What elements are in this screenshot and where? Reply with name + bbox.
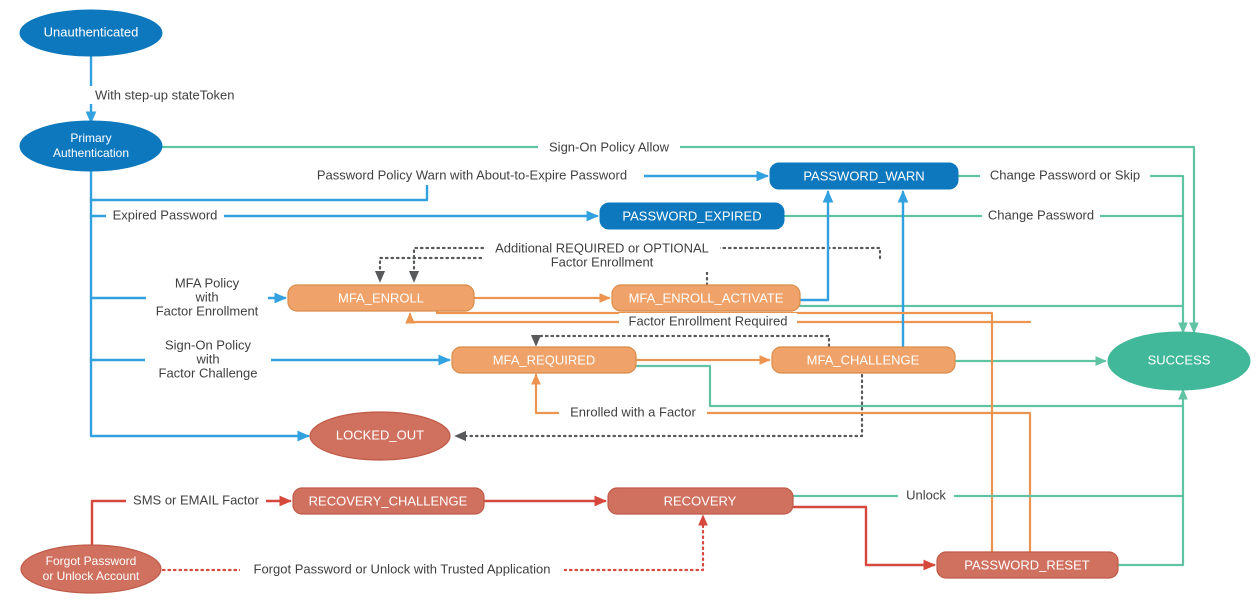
node-unauthenticated[interactable]: Unauthenticated bbox=[19, 9, 163, 57]
edge-label-additional-factor-enrollment: Additional REQUIRED or OPTIONAL Factor E… bbox=[484, 240, 720, 272]
edge-label-signon-allow: Sign-On Policy Allow bbox=[549, 139, 670, 154]
node-mfa-challenge[interactable]: MFA_CHALLENGE bbox=[771, 346, 956, 374]
edge-label-signon-policy-challenge: Sign-On Policy with Factor Challenge bbox=[145, 334, 271, 386]
node-recovery-challenge[interactable]: RECOVERY_CHALLENGE bbox=[292, 487, 485, 515]
svg-text:Additional REQUIRED or OPTIONA: Additional REQUIRED or OPTIONAL bbox=[495, 240, 709, 255]
edge-label-forgot-trusted-app: Forgot Password or Unlock with Trusted A… bbox=[254, 561, 551, 576]
svg-text:with: with bbox=[195, 351, 219, 366]
node-password-warn-shape[interactable] bbox=[769, 162, 959, 190]
edge-label-step-up: With step-up stateToken bbox=[95, 87, 234, 102]
node-recovery-challenge-shape[interactable] bbox=[292, 487, 485, 515]
edge-label-mfa-policy-enrollment: MFA Policy with Factor Enrollment bbox=[146, 272, 268, 324]
svg-text:with: with bbox=[194, 289, 218, 304]
edge-label-change-password-or-skip: Change Password or Skip bbox=[990, 167, 1140, 182]
node-success-shape[interactable] bbox=[1107, 331, 1251, 391]
node-recovery-shape[interactable] bbox=[607, 487, 794, 515]
edge-label-sms-email-factor: SMS or EMAIL Factor bbox=[133, 492, 260, 507]
node-unauthenticated-shape[interactable] bbox=[19, 9, 163, 57]
svg-text:Factor Enrollment: Factor Enrollment bbox=[551, 254, 654, 269]
svg-text:Factor Enrollment: Factor Enrollment bbox=[156, 303, 259, 318]
edge-label-unlock: Unlock bbox=[906, 487, 946, 502]
edge-label-password-policy-warn: Password Policy Warn with About-to-Expir… bbox=[317, 167, 627, 182]
node-forgot-password-shape[interactable] bbox=[20, 544, 162, 594]
node-primary-authentication-shape[interactable] bbox=[19, 120, 163, 172]
node-mfa-enroll[interactable]: MFA_ENROLL bbox=[287, 284, 475, 312]
svg-text:MFA Policy: MFA Policy bbox=[175, 275, 240, 290]
node-recovery[interactable]: RECOVERY bbox=[607, 487, 794, 515]
edge-label-factor-enrollment-required: Factor Enrollment Required bbox=[629, 313, 788, 328]
node-mfa-challenge-shape[interactable] bbox=[771, 346, 956, 374]
edge-label-enrolled-with-factor: Enrolled with a Factor bbox=[570, 404, 696, 419]
node-success[interactable]: SUCCESS bbox=[1107, 331, 1251, 391]
edge-label-change-password: Change Password bbox=[988, 207, 1094, 222]
node-password-reset-shape[interactable] bbox=[936, 551, 1119, 579]
node-primary-authentication[interactable]: Primary Authentication bbox=[19, 120, 163, 172]
node-password-warn[interactable]: PASSWORD_WARN bbox=[769, 162, 959, 190]
authentication-state-diagram: With step-up stateToken Sign-On Policy A… bbox=[0, 0, 1258, 610]
node-password-reset[interactable]: PASSWORD_RESET bbox=[936, 551, 1119, 579]
svg-text:Factor Challenge: Factor Challenge bbox=[159, 365, 258, 380]
svg-text:Sign-On Policy: Sign-On Policy bbox=[165, 337, 251, 352]
node-forgot-password[interactable]: Forgot Password or Unlock Account bbox=[20, 544, 162, 594]
state-diagram-canvas: With step-up stateToken Sign-On Policy A… bbox=[0, 0, 1258, 610]
node-password-expired[interactable]: PASSWORD_EXPIRED bbox=[599, 202, 785, 230]
node-mfa-enroll-shape[interactable] bbox=[287, 284, 475, 312]
node-locked-out-shape[interactable] bbox=[309, 411, 451, 461]
node-password-expired-shape[interactable] bbox=[599, 202, 785, 230]
edge-label-expired-password: Expired Password bbox=[113, 207, 218, 222]
node-mfa-required[interactable]: MFA_REQUIRED bbox=[451, 346, 637, 374]
node-locked-out[interactable]: LOCKED_OUT bbox=[309, 411, 451, 461]
node-mfa-enroll-activate-shape[interactable] bbox=[611, 284, 801, 312]
node-mfa-enroll-activate[interactable]: MFA_ENROLL_ACTIVATE bbox=[611, 284, 801, 312]
node-mfa-required-shape[interactable] bbox=[451, 346, 637, 374]
